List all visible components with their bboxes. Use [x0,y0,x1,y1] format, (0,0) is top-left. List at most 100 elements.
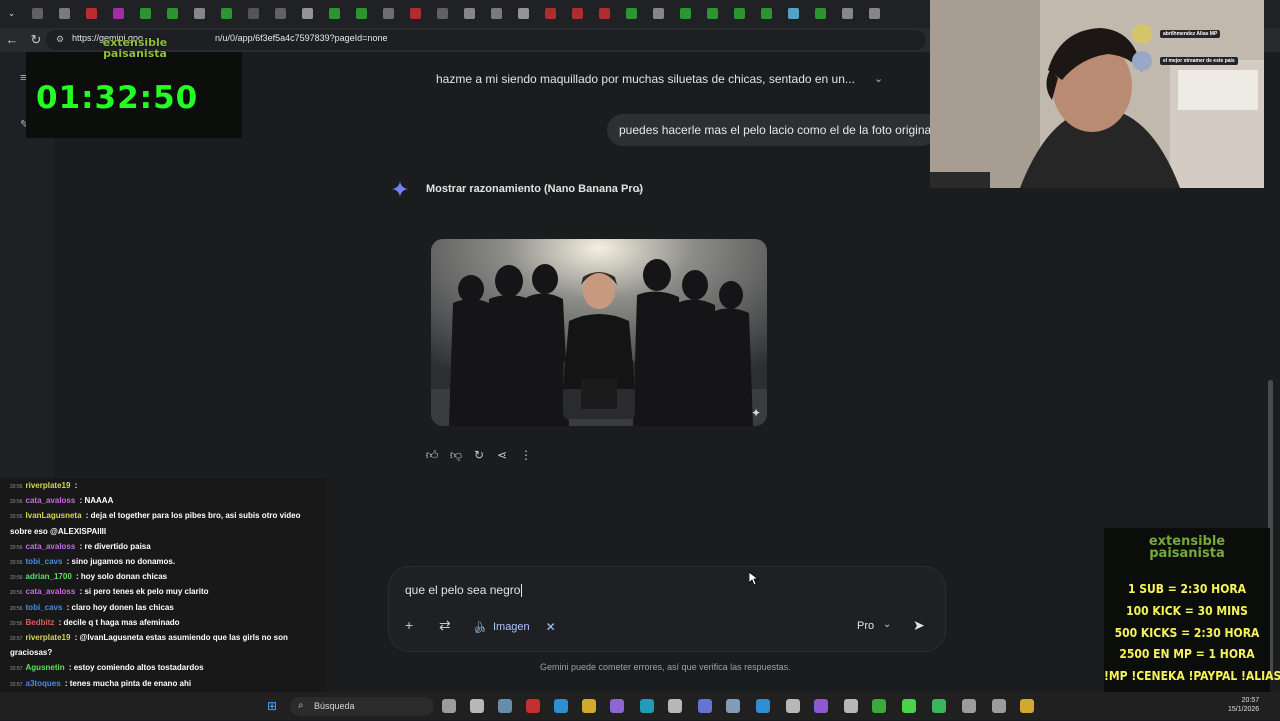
chat-timestamp: 20:56 [10,560,23,566]
settings-icon[interactable] [962,699,976,713]
browser-tab-favicon-icon[interactable] [437,8,448,19]
calculator-icon[interactable] [992,699,1006,713]
terminal-icon[interactable] [844,699,858,713]
user-message-text: puedes hacerle mas el pelo lacio como el… [619,123,932,137]
browser-tab-favicon-icon[interactable] [167,8,178,19]
cursor-app-icon[interactable] [786,699,800,713]
notes-icon[interactable] [1020,699,1034,713]
browser-tab-favicon-icon[interactable] [761,8,772,19]
browser-tab-favicon-icon[interactable] [248,8,259,19]
thumbs-up-icon[interactable]: 👍︎ [425,448,439,462]
goal-line: 2500 EN MP = 1 HORA [1119,647,1255,662]
send-icon[interactable]: ➤ [913,617,925,634]
browser-tab-favicon-icon[interactable] [545,8,556,19]
share-icon[interactable]: ⋖ [495,448,509,462]
browser-tab-favicon-icon[interactable] [329,8,340,19]
chat-username: tobi_cavs [25,557,63,566]
browser-tab-favicon-icon[interactable] [734,8,745,19]
browser-tab-favicon-icon[interactable] [113,8,124,19]
files-icon[interactable] [470,699,484,713]
task-view-icon[interactable] [442,699,456,713]
remove-chip-icon[interactable]: ✕ [546,620,556,634]
chat-timestamp: 20:56 [10,590,23,597]
tab-list-icon[interactable]: ⌄ [6,8,17,19]
chat-message: 20:56 riverplate19 : [10,480,77,493]
browser-tab-favicon-icon[interactable] [86,8,97,19]
browser-tab-favicon-icon[interactable] [653,8,664,19]
back-arrow-icon[interactable]: ← [4,32,20,48]
browser-tab-favicon-icon[interactable] [680,8,691,19]
browser-tab-favicon-icon[interactable] [518,8,529,19]
thumbs-down-icon[interactable]: 👎︎ [449,448,463,462]
browser-tab-favicon-icon[interactable] [491,8,502,19]
taskbar-search[interactable]: ⌕ Búsqueda [290,697,434,716]
chat-message: 20:56 cata_avaloss : re divertido paisa [10,541,151,554]
explorer-folder-icon[interactable] [582,699,596,713]
chat-timestamp: 20:56 [10,575,23,582]
browser-tab-favicon-icon[interactable] [32,8,43,19]
reload-icon[interactable]: ↻ [28,32,44,48]
browser-tab-favicon-icon[interactable] [842,8,853,19]
chat-text: : decile q t haga mas afeminado [56,617,180,627]
chat-text: : estoy comiendo altos tostadardos [66,663,204,673]
browser-tab-favicon-icon[interactable] [707,8,718,19]
add-attachment-icon[interactable]: + [405,617,413,633]
browser-tab-favicon-icon[interactable] [275,8,286,19]
store-icon[interactable] [554,699,568,713]
model-mode-selector[interactable]: Pro [857,620,874,632]
kick-app-icon[interactable] [902,699,916,713]
browser-tab-favicon-icon[interactable] [302,8,313,19]
browser-tab-favicon-icon[interactable] [221,8,232,19]
browser-tab-favicon-icon[interactable] [869,8,880,19]
chrome-icon[interactable] [872,699,886,713]
generated-image-illustration: ✦ [431,239,767,426]
tools-icon[interactable]: ⇄ [439,617,451,634]
donor-avatar-2 [1132,51,1152,71]
chevron-down-icon[interactable]: ⌄ [634,182,643,195]
generated-image[interactable]: ✦ [431,239,767,426]
chat-username: Bedbitz [25,617,55,627]
discord-icon[interactable] [698,699,712,713]
expand-prompt-chevron-icon[interactable]: ⌄ [874,72,883,85]
obs-icon[interactable] [668,699,682,713]
browser-tab-favicon-icon[interactable] [140,8,151,19]
app-icon[interactable] [814,699,828,713]
prompt-input-box[interactable]: que el pelo sea negro + ⇄ 🍌︎ Imagen ✕ Pr… [388,566,946,652]
steam-icon[interactable] [726,699,740,713]
taskbar-clock[interactable]: 20:57 15/1/2026 [1228,696,1259,714]
browser-tab-favicon-icon[interactable] [815,8,826,19]
chat-username: a3toques [25,678,61,688]
browser-tab-favicon-icon[interactable] [599,8,610,19]
vscode-icon[interactable] [756,699,770,713]
mode-chevron-down-icon[interactable]: ⌄ [883,619,891,630]
chat-username: cata_avaloss [25,541,76,551]
prompt-input[interactable]: que el pelo sea negro [405,583,523,598]
webcam-feed: abrilhmendez Alias MP el mejor streamer … [930,0,1264,188]
chat-text: : re divertido paisa [77,541,151,551]
browser-tab-favicon-icon[interactable] [356,8,367,19]
windows-start-icon[interactable]: ⊞ [264,698,280,714]
whatsapp-icon[interactable] [932,699,946,713]
browser-tab-favicon-icon[interactable] [626,8,637,19]
pen-icon[interactable] [610,699,624,713]
browser-tab-favicon-icon[interactable] [788,8,799,19]
copilot-icon[interactable] [498,699,512,713]
image-tool-chip[interactable]: 🍌︎ Imagen ✕ [473,616,556,638]
chat-text: : sino jugamos no donamos. [64,557,176,566]
browser-tab-favicon-icon[interactable] [383,8,394,19]
browser-tab-favicon-icon[interactable] [194,8,205,19]
search-icon: ⌕ [298,700,304,711]
chat-message: 20:56 adrian_1700 : hoy solo donan chicas [10,571,167,584]
opera-icon[interactable] [526,699,540,713]
browser-tab-favicon-icon[interactable] [410,8,421,19]
show-reasoning-toggle[interactable]: Mostrar razonamiento (Nano Banana Pro) [426,183,643,195]
browser-tab-favicon-icon[interactable] [464,8,475,19]
browser-tab-favicon-icon[interactable] [572,8,583,19]
site-info-icon[interactable]: ⚙ [56,34,64,45]
browser-tab-favicon-icon[interactable] [59,8,70,19]
more-options-icon[interactable]: ⋮ [519,448,533,462]
regenerate-icon[interactable]: ↻ [472,448,486,462]
edge-icon[interactable] [640,699,654,713]
goals-logo: extensible paisanista [1148,534,1226,561]
goal-line: 100 KICK = 30 MINS [1126,603,1248,618]
